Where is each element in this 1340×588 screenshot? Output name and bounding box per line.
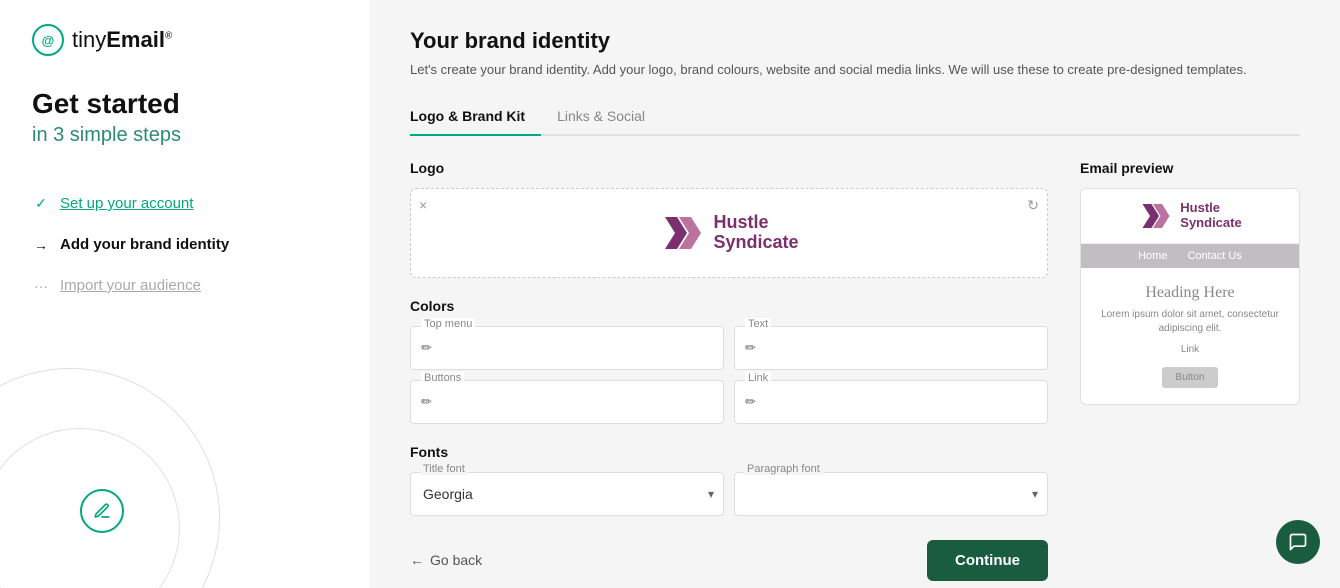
text-swatch (764, 336, 1037, 360)
svg-text:@: @ (42, 33, 55, 48)
close-icon[interactable]: × (419, 197, 427, 213)
logo-preview: Hustle Syndicate (659, 213, 798, 253)
logo-section-label: Logo (410, 160, 1048, 176)
step-brand: → Add your brand identity (32, 236, 338, 253)
ep-link: Link (1093, 344, 1287, 355)
link-color-field[interactable]: Link ✏ (734, 380, 1048, 424)
refresh-icon[interactable]: ↻ (1027, 197, 1039, 214)
left-column: Logo × ↻ Hustle Syndicate (410, 160, 1048, 581)
ep-logo-icon (1138, 201, 1174, 231)
page-description: Let's create your brand identity. Add yo… (410, 60, 1300, 80)
right-column: Email preview Hustle Syndicate (1080, 160, 1300, 581)
ep-button: Button (1162, 367, 1219, 388)
ep-logo: Hustle Syndicate (1138, 201, 1241, 231)
text-label: Text (745, 318, 771, 330)
colors-grid: Top menu ✏ Text ✏ Buttons ✏ Link ✏ (410, 326, 1048, 424)
title-font-select[interactable]: Georgia Arial Times New Roman Helvetica … (410, 472, 724, 516)
tab-logo-brand[interactable]: Logo & Brand Kit (410, 100, 541, 136)
pen-button[interactable] (80, 489, 124, 533)
buttons-swatch (440, 390, 713, 414)
step-brand-label[interactable]: Add your brand identity (60, 236, 229, 253)
link-label: Link (745, 372, 771, 384)
tabs-bar: Logo & Brand Kit Links & Social (410, 100, 1300, 136)
footer-bar: ← Go back Continue (410, 540, 1048, 581)
pencil-icon[interactable]: ✏ (745, 340, 756, 356)
dots-icon: ··· (32, 278, 50, 294)
brand-logo-icon (659, 213, 707, 253)
content-columns: Logo × ↻ Hustle Syndicate (410, 160, 1300, 581)
pencil-icon[interactable]: ✏ (745, 394, 756, 410)
step-setup-label[interactable]: Set up your account (60, 195, 193, 212)
continue-button[interactable]: Continue (927, 540, 1048, 581)
ep-heading: Heading Here (1093, 284, 1287, 302)
pencil-icon[interactable]: ✏ (421, 394, 432, 410)
top-menu-label: Top menu (421, 318, 475, 330)
paragraph-font-wrap: Paragraph font Georgia Arial Times New R… (734, 472, 1048, 516)
paragraph-font-label: Paragraph font (744, 463, 823, 475)
sidebar-heading: Get started (32, 88, 338, 120)
tab-links-social[interactable]: Links & Social (557, 100, 661, 136)
ep-body: Heading Here Lorem ipsum dolor sit amet,… (1081, 268, 1299, 404)
logo-upload-box[interactable]: × ↻ Hustle Syndicate (410, 188, 1048, 278)
ep-nav-bar: Home Contact Us (1081, 244, 1299, 268)
steps-list: ✓ Set up your account → Add your brand i… (32, 195, 338, 294)
email-preview-box: Hustle Syndicate Home Contact Us Heading… (1080, 188, 1300, 405)
arrow-left-icon: ← (410, 552, 424, 568)
ep-paragraph: Lorem ipsum dolor sit amet, consectetur … (1093, 308, 1287, 336)
go-back-button[interactable]: ← Go back (410, 552, 482, 568)
colors-section-label: Colors (410, 298, 1048, 314)
email-preview-label: Email preview (1080, 160, 1300, 176)
title-font-label: Title font (420, 463, 468, 475)
buttons-label: Buttons (421, 372, 464, 384)
check-icon: ✓ (32, 195, 50, 212)
ep-nav-contact: Contact Us (1177, 250, 1251, 262)
chat-button[interactable] (1276, 520, 1320, 564)
main-content: Your brand identity Let's create your br… (370, 0, 1340, 588)
brand-name: Hustle Syndicate (713, 213, 798, 253)
ep-nav-home: Home (1128, 250, 1177, 262)
sidebar: @ tinyEmail® Get started in 3 simple ste… (0, 0, 370, 588)
paragraph-font-select[interactable]: Georgia Arial Times New Roman Helvetica … (734, 472, 1048, 516)
step-setup: ✓ Set up your account (32, 195, 338, 212)
title-font-wrap: Title font Georgia Arial Times New Roman… (410, 472, 724, 516)
text-color-field[interactable]: Text ✏ (734, 326, 1048, 370)
top-menu-color-field[interactable]: Top menu ✏ (410, 326, 724, 370)
fonts-section-label: Fonts (410, 444, 1048, 460)
pencil-icon[interactable]: ✏ (421, 340, 432, 356)
arrow-icon: → (32, 237, 50, 253)
ep-brand-name: Hustle Syndicate (1180, 201, 1241, 230)
fonts-row: Title font Georgia Arial Times New Roman… (410, 472, 1048, 516)
step-import-label[interactable]: Import your audience (60, 277, 201, 294)
top-menu-swatch (440, 336, 713, 360)
ep-header: Hustle Syndicate (1081, 189, 1299, 244)
step-import: ··· Import your audience (32, 277, 338, 294)
app-logo: @ tinyEmail® (32, 24, 338, 56)
link-swatch (764, 390, 1037, 414)
sidebar-subheading: in 3 simple steps (32, 124, 338, 147)
buttons-color-field[interactable]: Buttons ✏ (410, 380, 724, 424)
page-title: Your brand identity (410, 28, 1300, 54)
